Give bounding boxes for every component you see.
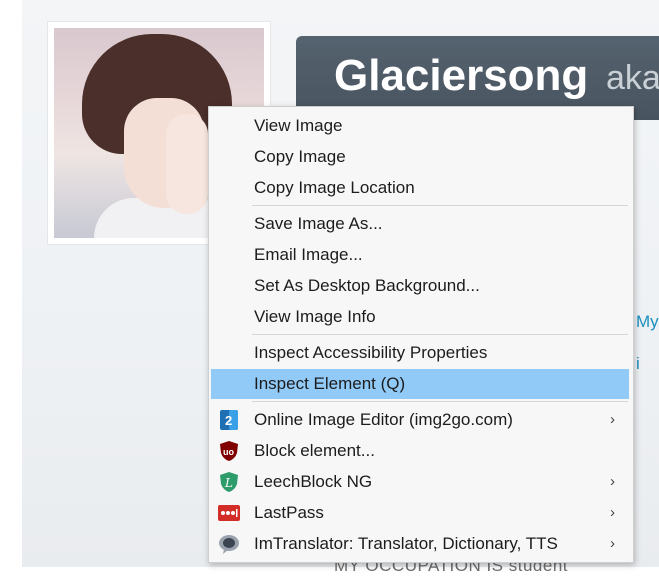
menu-item-email-image[interactable]: Email Image... (211, 240, 629, 270)
menu-item-imtranslator[interactable]: ImTranslator: Translator, Dictionary, TT… (211, 529, 629, 559)
menu-item-set-desktop-background[interactable]: Set As Desktop Background... (211, 271, 629, 301)
menu-separator (252, 401, 628, 402)
imtranslator-icon (218, 533, 240, 555)
menu-item-copy-image[interactable]: Copy Image (211, 142, 629, 172)
leechblock-icon: L (218, 471, 240, 493)
menu-item-leechblock[interactable]: L LeechBlock NG › (211, 467, 629, 497)
menu-item-view-image[interactable]: View Image (211, 111, 629, 141)
chevron-right-icon: › (610, 411, 615, 428)
menu-item-online-image-editor[interactable]: 2 Online Image Editor (img2go.com) › (211, 405, 629, 435)
svg-text:uo: uo (223, 447, 234, 457)
svg-text:L: L (224, 476, 233, 490)
chevron-right-icon: › (610, 473, 615, 490)
menu-item-lastpass[interactable]: LastPass › (211, 498, 629, 528)
svg-text:2: 2 (225, 413, 232, 428)
lastpass-icon (218, 502, 240, 524)
menu-item-block-element[interactable]: uo Block element... (211, 436, 629, 466)
context-menu: View Image Copy Image Copy Image Locatio… (208, 106, 634, 563)
menu-item-copy-image-location[interactable]: Copy Image Location (211, 173, 629, 203)
side-link-i[interactable]: i (636, 354, 640, 374)
menu-separator (252, 205, 628, 206)
ublock-origin-icon: uo (218, 440, 240, 462)
menu-item-inspect-element[interactable]: Inspect Element (Q) (211, 369, 629, 399)
menu-item-inspect-accessibility[interactable]: Inspect Accessibility Properties (211, 338, 629, 368)
menu-item-view-image-info[interactable]: View Image Info (211, 302, 629, 332)
profile-name: Glaciersong (334, 51, 589, 100)
chevron-right-icon: › (610, 535, 615, 552)
menu-item-save-image-as[interactable]: Save Image As... (211, 209, 629, 239)
side-link-my[interactable]: My (636, 312, 659, 332)
menu-separator (252, 334, 628, 335)
img2go-icon: 2 (218, 409, 240, 431)
chevron-right-icon: › (610, 504, 615, 521)
profile-aka: aka (606, 59, 659, 97)
